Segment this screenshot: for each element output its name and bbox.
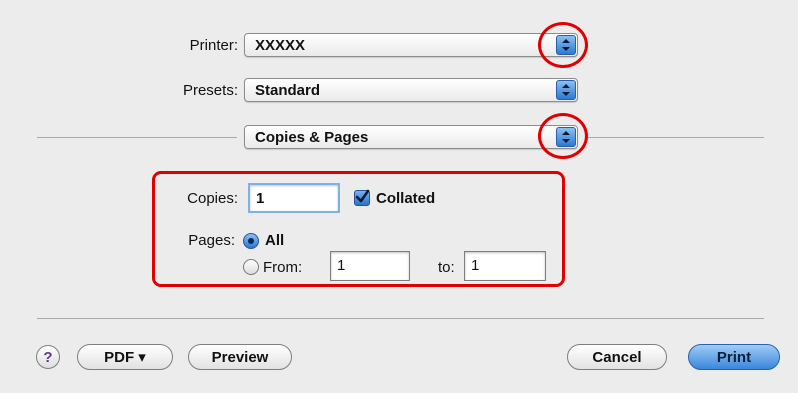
print-dialog: Printer: XXXXX Presets: Standard Copies … — [0, 0, 798, 393]
pages-all-label: All — [265, 232, 285, 249]
cancel-button[interactable]: Cancel — [567, 344, 667, 370]
copies-label: Copies: — [187, 190, 238, 207]
pdf-button[interactable]: PDF ▾ — [77, 344, 173, 370]
section-popup[interactable]: Copies & Pages — [244, 125, 578, 149]
copies-field[interactable]: 1 — [248, 183, 340, 213]
up-down-arrows-icon — [556, 80, 576, 100]
collated-checkbox[interactable] — [354, 189, 370, 206]
printer-popup-highlight — [538, 22, 588, 68]
collated-label: Collated — [376, 190, 436, 207]
print-button[interactable]: Print — [688, 344, 780, 370]
section-popup-highlight — [538, 113, 588, 159]
pages-all-radio[interactable] — [243, 233, 259, 249]
section-value: Copies & Pages — [255, 129, 369, 146]
presets-label: Presets: — [182, 82, 238, 99]
printer-value: XXXXX — [255, 37, 306, 54]
help-button[interactable]: ? — [36, 345, 60, 369]
bottom-divider — [37, 318, 764, 319]
section-divider-left — [37, 137, 237, 138]
pages-from-field[interactable]: 1 — [330, 251, 410, 281]
pages-from-radio[interactable] — [243, 259, 259, 275]
section-divider-right — [586, 137, 764, 138]
presets-popup[interactable]: Standard — [244, 78, 578, 102]
printer-label: Printer: — [189, 37, 238, 54]
printer-popup[interactable]: XXXXX — [244, 33, 578, 57]
presets-value: Standard — [255, 82, 321, 99]
preview-button[interactable]: Preview — [188, 344, 292, 370]
checkmark-icon — [355, 189, 370, 203]
pages-label: Pages: — [188, 232, 235, 249]
pages-to-label: to: — [438, 259, 455, 276]
pages-to-field[interactable]: 1 — [464, 251, 546, 281]
pages-from-label: From: — [263, 259, 303, 276]
